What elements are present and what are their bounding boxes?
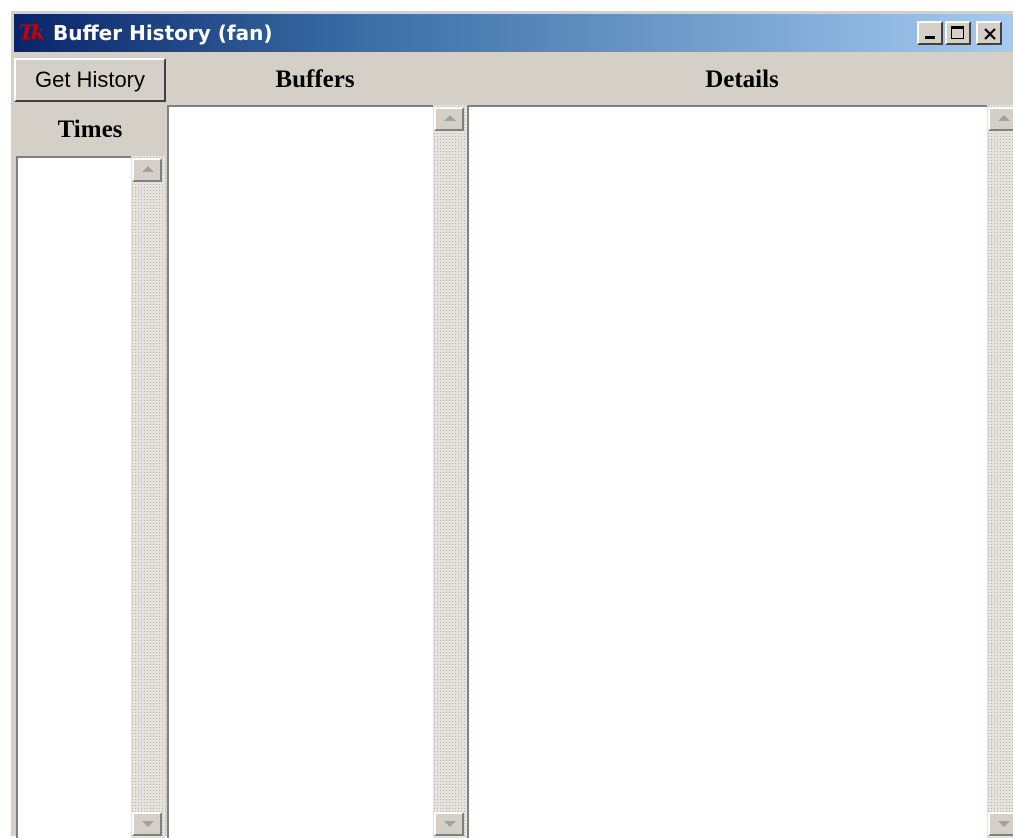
buffers-listbox[interactable] [167, 105, 434, 838]
details-scrollbar[interactable] [987, 105, 1013, 838]
buffers-scrollbar[interactable] [433, 105, 467, 838]
close-icon [984, 28, 996, 40]
times-scroll-up-button[interactable] [132, 158, 162, 182]
times-scrollbar[interactable] [131, 156, 165, 838]
details-scroll-up-button[interactable] [988, 107, 1013, 131]
scroll-up-arrow-icon [444, 115, 456, 121]
buffer-history-window: Tk Buffer History (fan) Get History Time… [9, 9, 1013, 838]
buffers-scroll-up-button[interactable] [434, 107, 464, 131]
times-listbox[interactable] [16, 156, 132, 838]
tk-logo-icon: Tk [19, 20, 45, 44]
title-bar[interactable]: Tk Buffer History (fan) [14, 14, 1013, 52]
close-button[interactable] [976, 21, 1002, 45]
details-textbox[interactable] [467, 105, 988, 838]
minimize-button[interactable] [917, 21, 943, 45]
details-heading: Details [705, 66, 779, 93]
details-scroll-down-button[interactable] [988, 812, 1013, 836]
window-title: Buffer History (fan) [53, 21, 273, 45]
scroll-up-arrow-icon [142, 166, 154, 172]
get-history-button[interactable]: Get History [14, 58, 166, 102]
scroll-up-arrow-icon [998, 115, 1010, 121]
buffers-scroll-down-button[interactable] [434, 812, 464, 836]
times-heading: Times [57, 116, 123, 143]
buffers-heading: Buffers [275, 66, 355, 93]
times-scroll-down-button[interactable] [132, 812, 162, 836]
maximize-button[interactable] [945, 21, 971, 45]
scroll-down-arrow-icon [142, 821, 154, 827]
scroll-down-arrow-icon [998, 821, 1010, 827]
scroll-down-arrow-icon [444, 821, 456, 827]
